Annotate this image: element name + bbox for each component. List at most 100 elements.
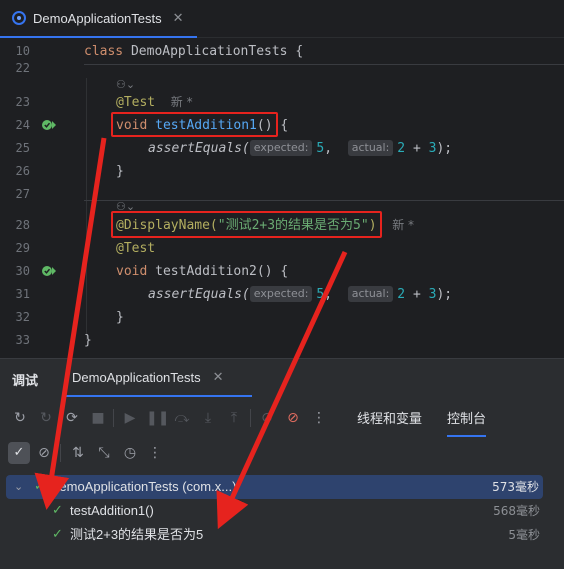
tree-row-test[interactable]: ✓ testAddition1() 568毫秒: [0, 499, 564, 523]
tree-row-test-class[interactable]: ⌄ ✓ DemoApplicationTests (com.x...) 573毫…: [6, 475, 543, 499]
code-text: }: [116, 310, 124, 325]
show-passed-toggle-icon[interactable]: ✓: [8, 442, 30, 464]
editor-tab-bar: DemoApplicationTests ✕: [0, 0, 564, 38]
test-passed-run-icon[interactable]: [41, 263, 57, 279]
code-line: 31 assertEquals(expected: 5, actual: 2 + 3…: [0, 283, 564, 306]
check-icon: ✓: [52, 503, 63, 518]
run-to-cursor-icon[interactable]: ⊘: [257, 408, 277, 428]
highlight-box-test-method: [111, 112, 278, 137]
resume-icon[interactable]: ▶: [120, 408, 140, 428]
code-line: 22: [0, 57, 564, 80]
line-number: 31: [15, 287, 30, 301]
tree-row-label: DemoApplicationTests (com.x...): [50, 479, 237, 494]
code-text: }: [84, 333, 92, 348]
show-ignored-toggle-icon[interactable]: ⊘: [34, 443, 54, 463]
method-call: assertEquals(: [148, 287, 250, 302]
test-class-icon: [12, 11, 26, 25]
mute-breakpoints-icon[interactable]: ⊘: [283, 408, 303, 428]
tree-row-label: testAddition1(): [70, 503, 154, 518]
annotation: @Test: [116, 95, 156, 110]
step-over-icon[interactable]: ⤼: [172, 408, 192, 428]
line-number: 22: [15, 61, 30, 75]
debug-session-label: DemoApplicationTests: [72, 369, 201, 385]
line-number: 28: [15, 218, 30, 232]
code-text: +: [405, 287, 429, 302]
number: 2: [397, 141, 406, 156]
parameter-hint: expected:: [249, 140, 313, 156]
code-editor[interactable]: 10 class DemoApplicationTests { 22 ⚇⌄ 23…: [0, 38, 564, 358]
code-line: 26 }: [0, 160, 564, 183]
tree-row-time: 5毫秒: [508, 528, 540, 542]
more-icon[interactable]: ⋮: [145, 443, 165, 463]
number: 2: [397, 287, 406, 302]
check-icon: ✓: [34, 479, 45, 494]
chevron-down-icon[interactable]: ⌄: [14, 475, 23, 499]
debug-tool-window: 调试 DemoApplicationTests ✕ ↻ ↻ ⟳ ■ ▶ ❚❚ ⤼…: [0, 358, 564, 569]
tab-threads-variables[interactable]: 线程和变量: [357, 408, 422, 427]
line-number: 27: [15, 187, 30, 201]
line-number: 24: [15, 118, 30, 132]
highlight-box-display-name: [111, 211, 382, 238]
tree-row-time: 568毫秒: [493, 504, 540, 518]
step-out-icon[interactable]: ⤒: [224, 408, 244, 428]
rerun-icon[interactable]: ↻: [10, 408, 30, 428]
line-number: 33: [15, 333, 30, 347]
parameter-hint: actual:: [347, 140, 394, 156]
line-number: 29: [15, 241, 30, 255]
sort-icon[interactable]: ⇅: [68, 443, 88, 463]
method-call: assertEquals(: [148, 141, 250, 156]
code-line: 30 void testAddition2() {: [0, 260, 564, 283]
pause-icon[interactable]: ❚❚: [146, 408, 169, 428]
author-meta: 新 *: [170, 95, 193, 109]
tree-row-label: 测试2+3的结果是否为5: [70, 527, 204, 542]
line-number: 30: [15, 264, 30, 278]
line-number: 26: [15, 164, 30, 178]
line-number: 23: [15, 95, 30, 109]
toolbar-divider: [60, 444, 61, 462]
history-icon[interactable]: ◷: [120, 443, 140, 463]
method-name: testAddition2: [155, 264, 257, 279]
code-text: );: [436, 287, 453, 302]
code-line: 33 }: [0, 329, 564, 352]
tab-console[interactable]: 控制台: [447, 408, 487, 437]
code-line: 25 assertEquals(expected: 5, actual: 2 + 3…: [0, 137, 564, 160]
code-line: 32 }: [0, 306, 564, 329]
debug-title: 调试: [12, 374, 39, 389]
debug-header: 调试 DemoApplicationTests ✕: [0, 359, 564, 397]
code-text: +: [405, 141, 429, 156]
line-number: 32: [15, 310, 30, 324]
tree-row-time: 573毫秒: [492, 480, 539, 494]
fold-separator: [84, 200, 564, 201]
step-into-icon[interactable]: ⤓: [198, 408, 218, 428]
rerun-failed-icon[interactable]: ↻: [36, 408, 56, 428]
toolbar-divider: [113, 409, 114, 427]
code-line: 23 @Test 新 *: [0, 91, 564, 114]
annotation: @Test: [116, 241, 156, 256]
code-text: }: [116, 164, 124, 179]
stop-icon[interactable]: ■: [88, 408, 108, 428]
code-text: ,: [324, 287, 333, 302]
code-line: 24 void testAddition1() {: [0, 114, 564, 137]
parameter-hint: expected:: [249, 286, 313, 302]
close-icon[interactable]: ✕: [213, 370, 224, 385]
code-line: 27: [0, 183, 564, 206]
line-number: 25: [15, 141, 30, 155]
test-passed-run-icon[interactable]: [41, 117, 57, 133]
import-tests-icon[interactable]: ⤡: [94, 443, 114, 463]
tree-row-test[interactable]: ✓ 测试2+3的结果是否为5 5毫秒: [0, 523, 564, 547]
restart-icon[interactable]: ⟳: [62, 408, 82, 428]
toolbar-divider: [250, 409, 251, 427]
debug-session-tab[interactable]: DemoApplicationTests ✕: [62, 359, 252, 397]
code-line: 29 @Test: [0, 237, 564, 260]
code-text: ,: [324, 141, 333, 156]
author-meta: 新 *: [392, 218, 415, 232]
test-toolbar: ✓ ⊘ ⇅ ⤡ ◷ ⋮: [0, 439, 564, 467]
editor-tab-demo-application-tests[interactable]: DemoApplicationTests ✕: [0, 0, 197, 38]
check-icon: ✓: [52, 527, 63, 542]
more-icon[interactable]: ⋮: [309, 408, 329, 428]
code-text: );: [436, 141, 453, 156]
parameter-hint: actual:: [347, 286, 394, 302]
code-text: () {: [256, 264, 289, 279]
keyword: void: [116, 264, 148, 279]
close-icon[interactable]: ✕: [173, 11, 184, 26]
